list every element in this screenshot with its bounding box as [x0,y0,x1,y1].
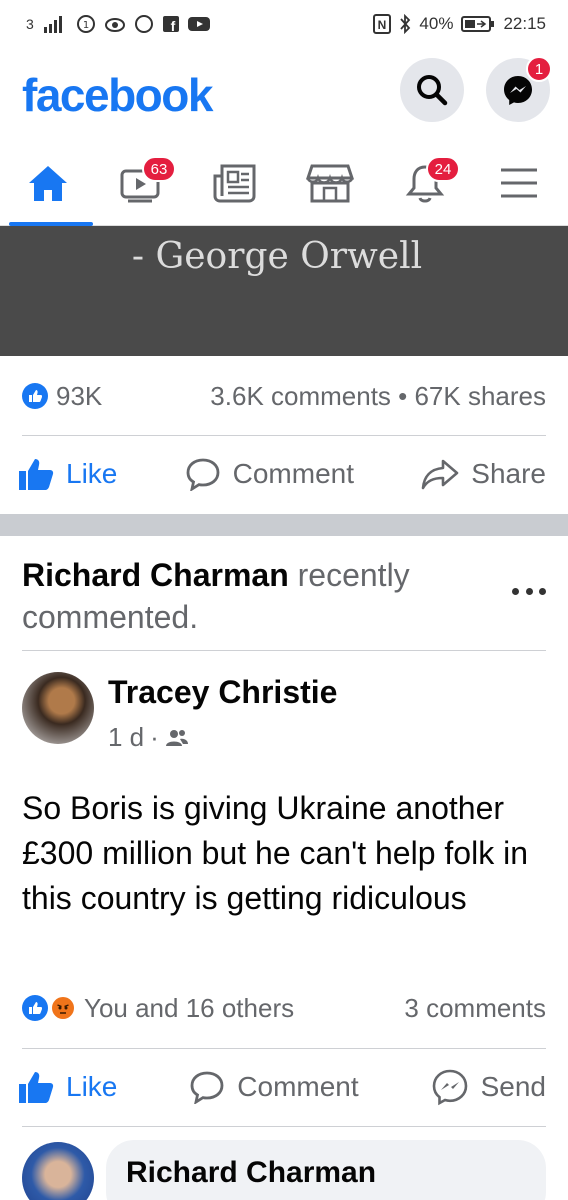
youtube-notification-icon [187,16,210,32]
data-saver-icon: 1 [76,14,96,34]
messenger-badge: 1 [526,56,552,82]
carrier-label: 3 [26,16,34,32]
thumbs-up-icon [19,459,54,490]
reactions-text: You and 16 others [84,992,295,1023]
comment-icon [190,1071,224,1104]
reactions-summary[interactable]: You and 16 others [22,993,294,1024]
facebook-notification-icon: f [162,15,180,33]
signal-icon [42,15,68,33]
share-label: Share [471,458,546,489]
comment-label: Comment [237,1071,359,1102]
tab-news[interactable] [190,140,280,226]
messenger-send-icon [432,1069,467,1106]
avatar[interactable] [22,672,94,744]
post-body: So Boris is giving Ukraine another £300 … [22,790,528,916]
battery-percent: 40% [419,14,454,33]
comments-count[interactable]: 3 comments [404,993,546,1024]
comment-label: Comment [232,458,355,489]
like-button[interactable]: Like [18,1070,117,1104]
comment-icon [186,458,220,491]
like-reaction-icon [22,383,48,409]
facebook-logo[interactable]: facebook [22,68,213,122]
tab-home[interactable] [3,140,93,226]
post-actions: Like Comment Send [18,1057,546,1117]
reactions-summary[interactable]: 93K [22,381,102,412]
svg-text:N: N [378,18,387,32]
search-icon [417,75,448,106]
nav-tabs: 63 24 [0,140,568,226]
comment-bubble[interactable]: Richard Charman [106,1140,546,1200]
battery-charging-icon [461,15,495,33]
tab-menu[interactable] [474,140,564,226]
nfc-icon: N [373,14,392,34]
post-stats: 93K 3.6K comments • 67K shares [22,374,546,418]
divider [22,435,546,436]
send-label: Send [480,1071,546,1102]
friends-audience-icon [165,729,188,746]
tab-watch[interactable]: 63 [96,140,186,226]
svg-text:1: 1 [83,20,89,31]
messenger-button[interactable]: 1 [486,56,552,122]
share-button[interactable]: Share [421,457,546,491]
like-label: Like [66,1071,118,1102]
quote-attribution: - George Orwell [131,236,423,277]
comments-shares-count[interactable]: 3.6K comments • 67K shares [210,381,546,412]
thumbs-up-icon [19,1072,54,1103]
like-reaction-icon [22,995,48,1021]
tab-notifications[interactable]: 24 [380,140,470,226]
post-time[interactable]: 1 d [108,722,144,753]
meta-separator: · [150,722,159,752]
divider [22,1048,546,1049]
notifications-badge: 24 [426,156,460,182]
post-author[interactable]: Tracey Christie [108,674,337,711]
like-label: Like [66,458,118,489]
comment-button[interactable]: Comment [185,457,354,491]
eye-comfort-icon [104,14,126,34]
comment-button[interactable]: Comment [189,1070,359,1104]
activity-header: Richard Charman recently commented. [22,554,482,638]
post-stats: You and 16 others 3 comments [22,986,546,1030]
divider [22,1126,546,1127]
watch-badge: 63 [142,156,176,182]
app-header: facebook 1 [0,48,568,140]
home-icon [29,166,67,201]
comment-author[interactable]: Richard Charman [126,1156,376,1190]
send-button[interactable]: Send [431,1068,546,1106]
reactions-count: 93K [56,380,103,411]
clock: 22:15 [503,14,546,33]
bluetooth-icon [399,14,411,34]
more-options-button[interactable] [512,588,546,600]
shared-post-image[interactable]: - George Orwell [0,226,568,356]
status-bar: 3 1 f N 40% 22:15 [0,0,568,48]
circle-icon [134,14,154,34]
menu-icon [501,168,537,198]
commenter-avatar[interactable] [22,1142,94,1200]
svg-text:f: f [170,18,175,33]
divider [22,650,546,651]
post-meta: 1 d · [108,722,189,753]
tab-marketplace[interactable] [285,140,375,226]
feed-separator [0,514,568,536]
newspaper-icon [213,164,256,203]
activity-actor[interactable]: Richard Charman [22,557,289,593]
marketplace-icon [306,164,354,203]
angry-reaction-icon [50,995,76,1021]
search-button[interactable] [400,58,464,122]
like-button[interactable]: Like [18,457,117,491]
post-actions: Like Comment Share [18,444,546,504]
share-icon [421,459,459,490]
